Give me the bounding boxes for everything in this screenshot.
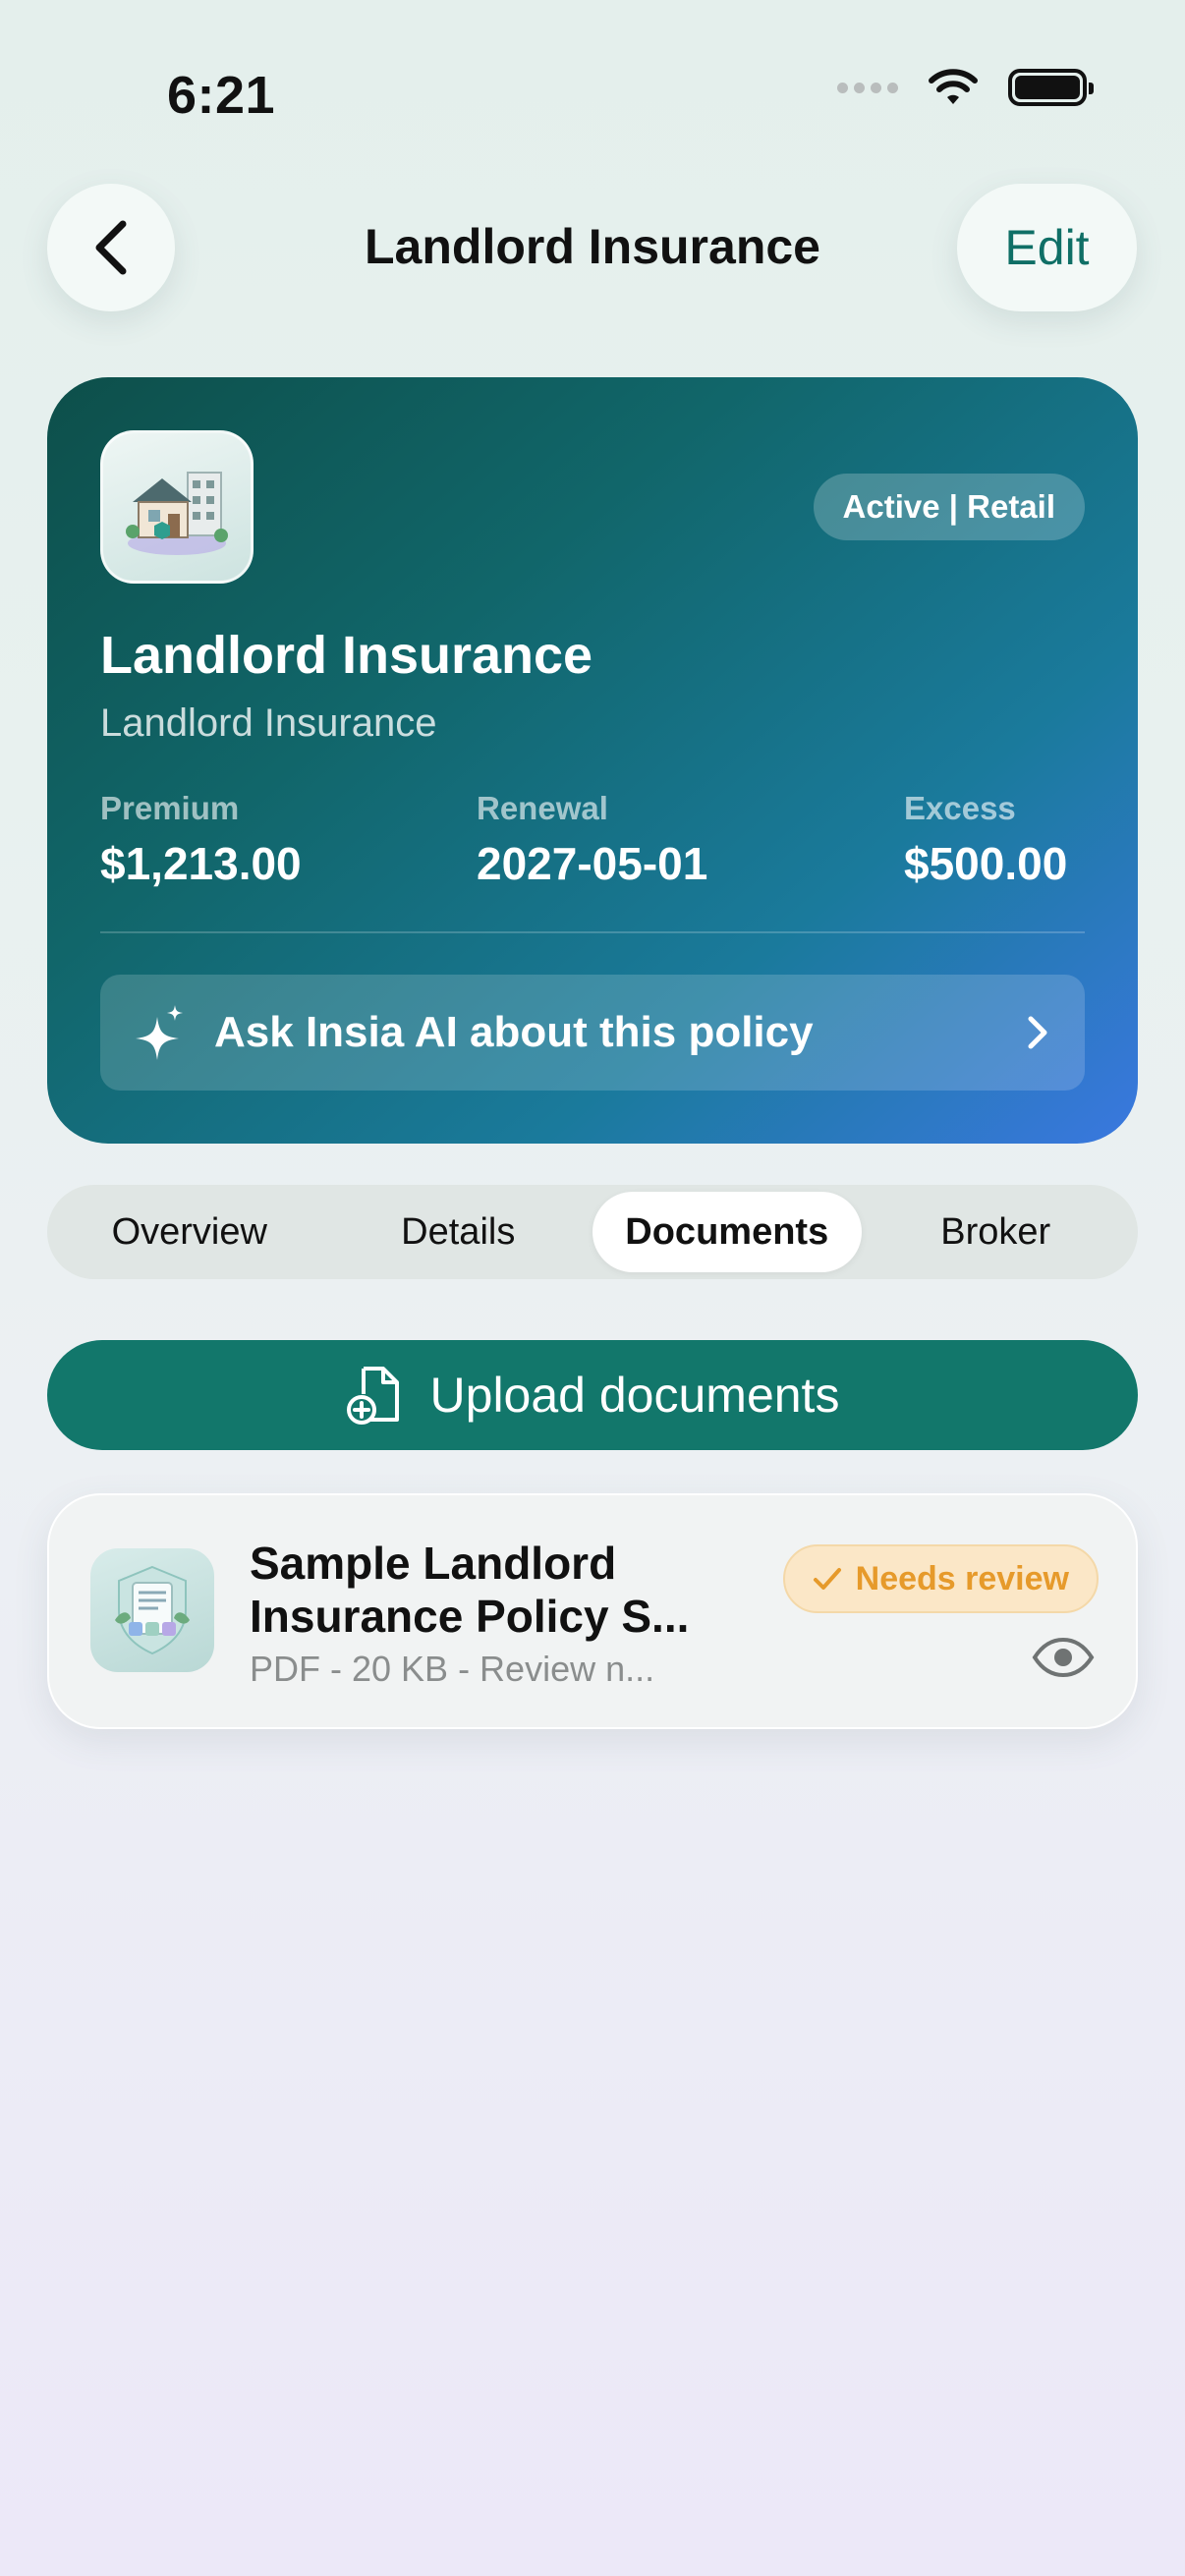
status-badge: Active | Retail — [813, 474, 1085, 540]
sparkle-icon — [136, 1005, 183, 1060]
document-meta: PDF - 20 KB - Review n... — [250, 1649, 655, 1689]
document-add-icon — [346, 1367, 399, 1425]
chevron-right-icon — [1028, 1016, 1047, 1049]
upload-documents-button[interactable]: Upload documents — [47, 1340, 1138, 1450]
renewal-stat: Renewal 2027-05-01 — [477, 790, 707, 890]
tab-bar: Overview Details Documents Broker — [47, 1185, 1138, 1279]
tab-broker[interactable]: Broker — [862, 1192, 1131, 1272]
upload-label: Upload documents — [429, 1368, 840, 1423]
tab-documents[interactable]: Documents — [592, 1192, 862, 1272]
policy-summary-card: Active | Retail Landlord Insurance Landl… — [47, 377, 1138, 1144]
signal-icon — [837, 82, 898, 93]
status-indicators — [837, 69, 1094, 106]
excess-label: Excess — [904, 790, 1016, 826]
renewal-label: Renewal — [477, 790, 608, 826]
eye-icon[interactable] — [1032, 1637, 1095, 1678]
status-time: 6:21 — [167, 66, 276, 125]
tab-details[interactable]: Details — [324, 1192, 593, 1272]
needs-review-badge: Needs review — [782, 1544, 1099, 1613]
edit-button[interactable]: Edit — [957, 184, 1137, 311]
house-icon — [100, 430, 254, 584]
excess-value: $500.00 — [904, 838, 1068, 889]
document-list-item[interactable]: Sample Landlord Insurance Policy S... PD… — [47, 1493, 1138, 1729]
policy-title: Landlord Insurance — [100, 626, 593, 685]
renewal-value: 2027-05-01 — [477, 838, 708, 889]
needs-review-label: Needs review — [855, 1559, 1069, 1597]
policy-subtitle: Landlord Insurance — [100, 701, 437, 745]
document-title: Sample Landlord Insurance Policy S... — [250, 1538, 690, 1642]
battery-icon — [1008, 69, 1094, 106]
ask-ai-button[interactable]: Ask Insia AI about this policy — [100, 975, 1085, 1091]
document-thumbnail-icon — [90, 1548, 214, 1672]
tab-overview[interactable]: Overview — [55, 1192, 324, 1272]
premium-value: $1,213.00 — [100, 838, 302, 889]
ask-ai-label: Ask Insia AI about this policy — [214, 1008, 814, 1056]
checkmark-icon — [813, 1568, 841, 1590]
wifi-icon — [929, 69, 978, 104]
premium-label: Premium — [100, 790, 240, 826]
divider — [100, 931, 1085, 933]
premium-stat: Premium $1,213.00 — [100, 790, 302, 890]
excess-stat: Excess $500.00 — [904, 790, 1067, 890]
